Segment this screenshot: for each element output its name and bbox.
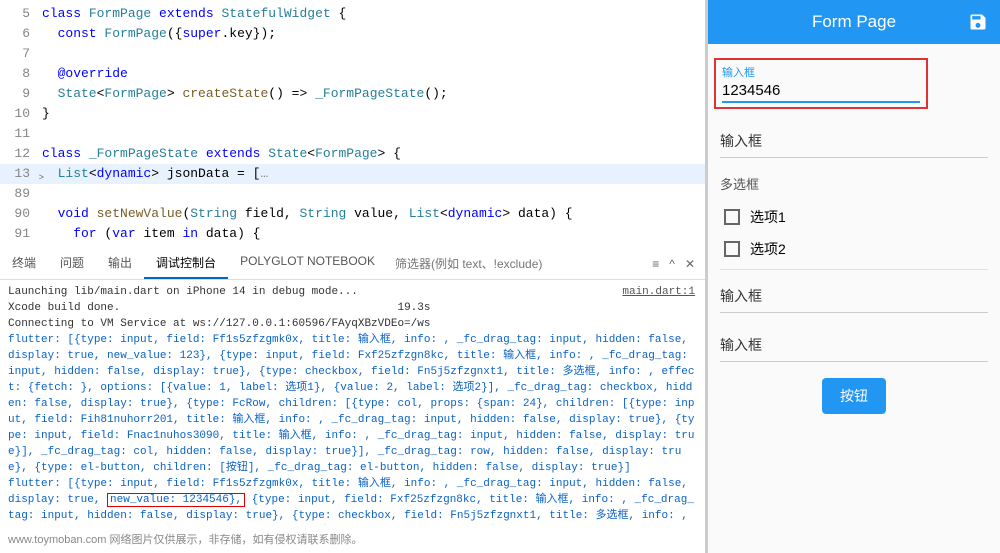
checkbox-option-2[interactable]: 选项2: [720, 233, 988, 265]
highlighted-value: new_value: 1234546},: [107, 493, 245, 507]
code-editor[interactable]: 5class FormPage extends StatefulWidget {…: [0, 0, 705, 248]
code-line[interactable]: 89: [0, 184, 705, 204]
submit-button[interactable]: 按钮: [822, 378, 886, 414]
input-field-1[interactable]: 输入框: [714, 58, 928, 109]
input-1[interactable]: [722, 80, 920, 103]
code-line[interactable]: 7: [0, 44, 705, 64]
simulator-preview: Form Page 输入框 输入框 多选框 选项1 选项2 输入框: [705, 0, 1000, 553]
list-icon[interactable]: ≡: [652, 257, 659, 271]
source-link[interactable]: main.dart:1: [622, 284, 695, 300]
code-line[interactable]: 9 State<FormPage> createState() => _Form…: [0, 84, 705, 104]
code-line[interactable]: 12class _FormPageState extends State<For…: [0, 144, 705, 164]
input-field-3[interactable]: 输入框: [720, 280, 988, 313]
console-line: Launching lib/main.dart on iPhone 14 in …: [8, 284, 697, 300]
input-field-2[interactable]: 输入框: [720, 125, 988, 158]
app-bar-title: Form Page: [812, 12, 896, 32]
panel-tab[interactable]: POLYGLOT NOTEBOOK: [228, 248, 387, 279]
code-line[interactable]: 10}: [0, 104, 705, 124]
console-line: flutter: [{type: input, field: Ff1s5zfzg…: [8, 332, 697, 476]
panel-tab[interactable]: 问题: [48, 248, 96, 279]
code-line[interactable]: 90 void setNewValue(String field, String…: [0, 204, 705, 224]
console-line: Connecting to VM Service at ws://127.0.0…: [8, 316, 697, 332]
code-line[interactable]: 6 const FormPage({super.key});: [0, 24, 705, 44]
console-line: flutter: [{type: input, field: Ff1s5zfzg…: [8, 476, 697, 525]
code-line[interactable]: 91 for (var item in data) {: [0, 224, 705, 244]
code-line[interactable]: 11: [0, 124, 705, 144]
panel-tabs: 终端问题输出调试控制台POLYGLOT NOTEBOOK ≡ ^ ✕: [0, 248, 705, 280]
panel-tab[interactable]: 输出: [96, 248, 144, 279]
panel-tab[interactable]: 终端: [0, 248, 48, 279]
close-icon[interactable]: ✕: [685, 257, 695, 271]
app-bar: Form Page: [708, 0, 1000, 44]
footer-note: www.toymoban.com 网络图片仅供展示，非存储，如有侵权请联系删除。: [0, 525, 705, 553]
checkbox-icon[interactable]: [724, 209, 740, 225]
filter-input[interactable]: [395, 257, 634, 271]
collapse-icon[interactable]: ^: [669, 257, 675, 271]
panel-tab[interactable]: 调试控制台: [144, 248, 228, 279]
checkbox-option-1[interactable]: 选项1: [720, 201, 988, 233]
save-icon[interactable]: [968, 12, 988, 32]
code-line[interactable]: 5class FormPage extends StatefulWidget {: [0, 4, 705, 24]
code-line[interactable]: 13> List<dynamic> jsonData = […: [0, 164, 705, 184]
checkbox-icon[interactable]: [724, 241, 740, 257]
input-field-4[interactable]: 输入框: [720, 329, 988, 362]
code-line[interactable]: 8 @override: [0, 64, 705, 84]
console-line: Xcode build done. 19.3s: [8, 300, 697, 316]
debug-console[interactable]: main.dart:1 Launching lib/main.dart on i…: [0, 280, 705, 525]
checkbox-group-label: 多选框: [720, 174, 988, 193]
